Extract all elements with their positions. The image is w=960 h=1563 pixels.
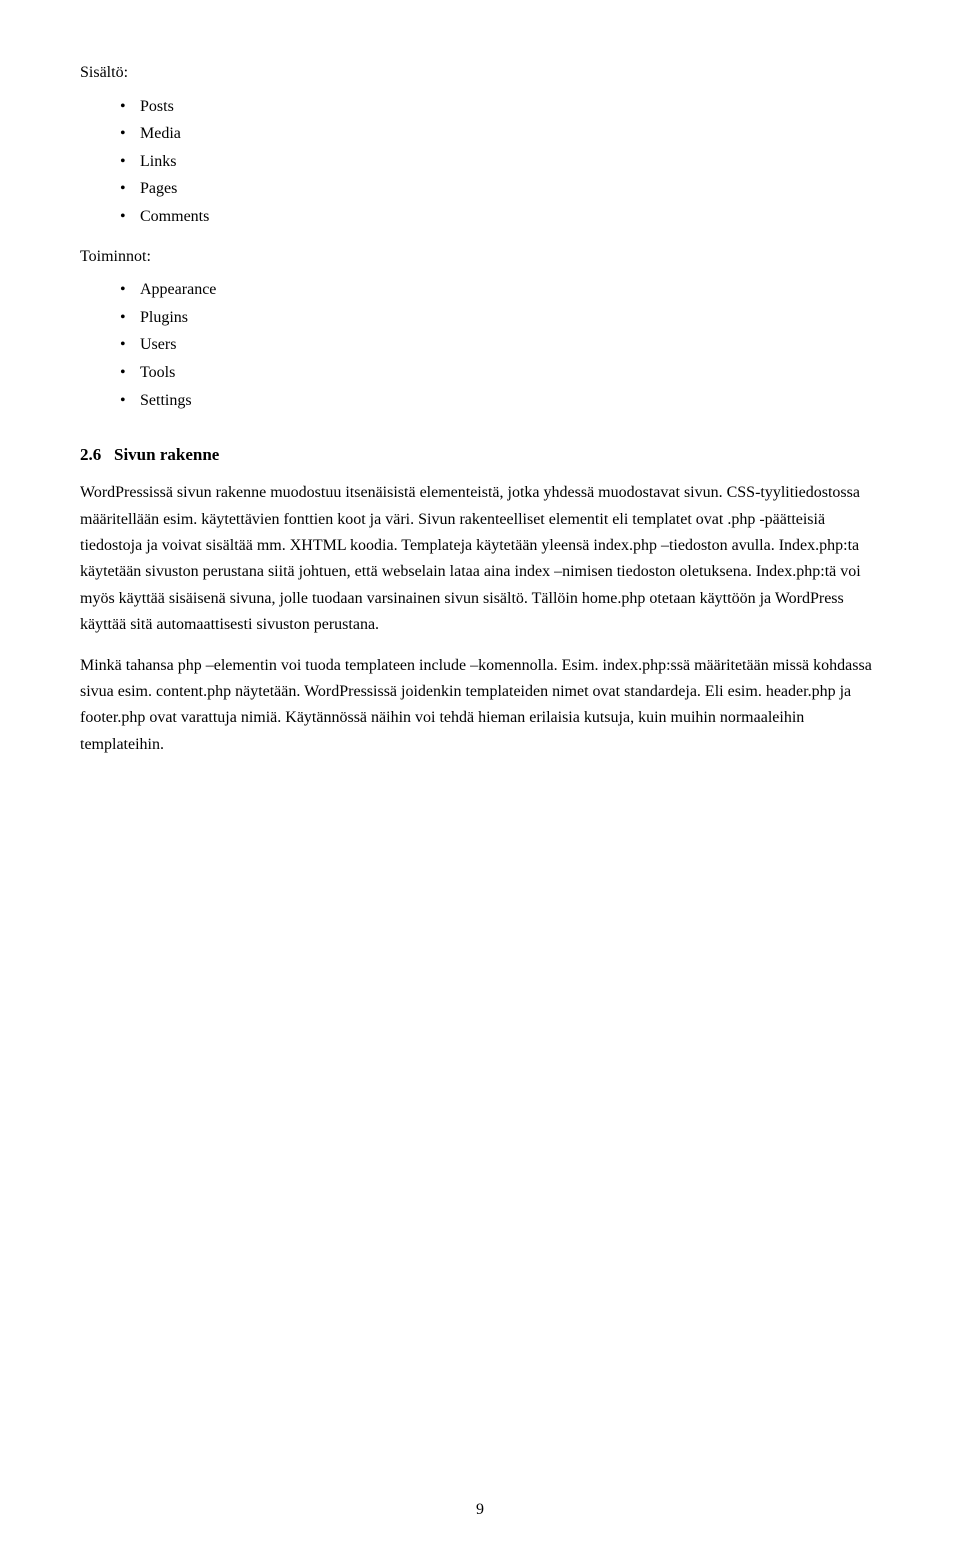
paragraph-1: WordPressissä sivun rakenne muodostuu it… <box>80 480 880 638</box>
toiminnot-list: Appearance Plugins Users Tools Settings <box>120 277 880 413</box>
list-item: Tools <box>120 360 880 386</box>
toiminnot-label: Toiminnot: <box>80 244 880 270</box>
content-list: Posts Media Links Pages Comments <box>120 94 880 230</box>
list-item: Pages <box>120 176 880 202</box>
intro-section: Sisältö: Posts Media Links Pages Comment… <box>80 60 880 413</box>
section-heading: 2.6 Sivun rakenne <box>80 441 880 468</box>
list-item: Users <box>120 332 880 358</box>
page-container: Sisältö: Posts Media Links Pages Comment… <box>0 0 960 1563</box>
list-item: Posts <box>120 94 880 120</box>
list-item: Comments <box>120 204 880 230</box>
list-item: Media <box>120 121 880 147</box>
content-area: Sisältö: Posts Media Links Pages Comment… <box>80 60 880 758</box>
page-number: 9 <box>476 1497 484 1523</box>
list-item: Links <box>120 149 880 175</box>
list-item: Settings <box>120 388 880 414</box>
list-item: Appearance <box>120 277 880 303</box>
list-item: Plugins <box>120 305 880 331</box>
sisalto-label: Sisältö: <box>80 60 880 86</box>
paragraph-2: Minkä tahansa php –elementin voi tuoda t… <box>80 653 880 759</box>
